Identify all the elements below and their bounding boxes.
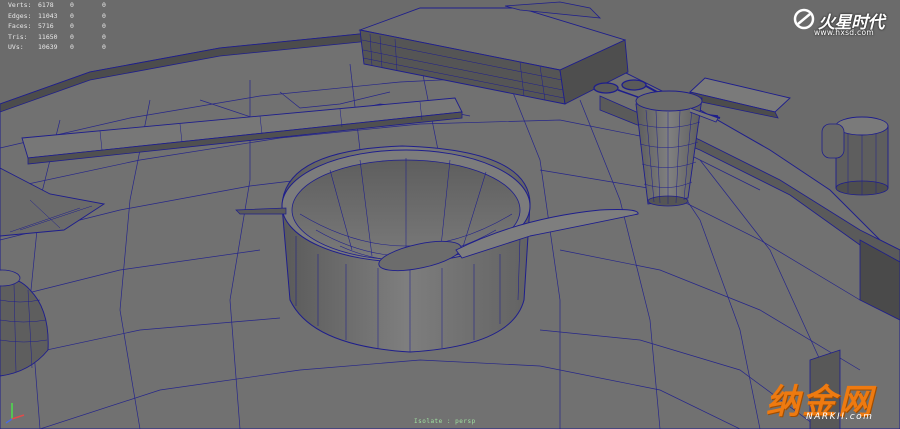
hud-value: 0 — [70, 32, 74, 41]
watermark-hxsd: 火星时代 www.hxsd.com — [792, 7, 896, 37]
hud-label: UVs: — [8, 43, 24, 52]
hud-value: 0 — [102, 32, 106, 41]
hud-value: 0 — [102, 22, 106, 31]
z-axis-icon — [5, 418, 13, 424]
x-axis-icon — [11, 414, 25, 420]
hud-value: 0 — [70, 1, 74, 9]
hud-value: 0 — [70, 43, 74, 52]
hud-value: 0 — [70, 11, 74, 20]
hxsd-logo-icon — [793, 8, 815, 30]
hud-value: 6178 — [38, 1, 54, 9]
watermark-url: NARKII.com — [806, 412, 874, 422]
watermark-narkii: 纳金网 NARKII.com — [750, 374, 900, 429]
hud-row-uvs: UVs: 10639 0 0 — [8, 42, 122, 53]
viewport-persp[interactable]: Verts: 6178 0 0 Edges: 11043 0 0 Faces: … — [0, 0, 900, 429]
hud-value: 11043 — [38, 11, 58, 20]
hud-row-verts: Verts: 6178 0 0 — [8, 0, 122, 11]
hud-label: Tris: — [8, 32, 28, 41]
hud-value: 0 — [102, 11, 106, 20]
hud-row-tris: Tris: 11650 0 0 — [8, 32, 122, 43]
poly-count-hud: Verts: 6178 0 0 Edges: 11043 0 0 Faces: … — [8, 0, 122, 53]
hud-value: 0 — [102, 43, 106, 52]
hud-row-faces: Faces: 5716 0 0 — [8, 21, 122, 32]
hud-value: 0 — [102, 1, 106, 9]
hud-value: 11650 — [38, 32, 58, 41]
hud-label: Edges: — [8, 11, 32, 20]
hud-value: 5716 — [38, 22, 54, 31]
wireframe-scene[interactable] — [0, 0, 900, 429]
watermark-url: www.hxsd.com — [814, 28, 874, 37]
hud-label: Faces: — [8, 22, 32, 31]
hud-value: 0 — [70, 22, 74, 31]
hud-label: Verts: — [8, 1, 32, 9]
hud-value: 10639 — [38, 43, 58, 52]
axis-gizmo — [5, 403, 25, 424]
camera-label: Isolate : persp — [414, 418, 476, 425]
hud-row-edges: Edges: 11043 0 0 — [8, 11, 122, 22]
